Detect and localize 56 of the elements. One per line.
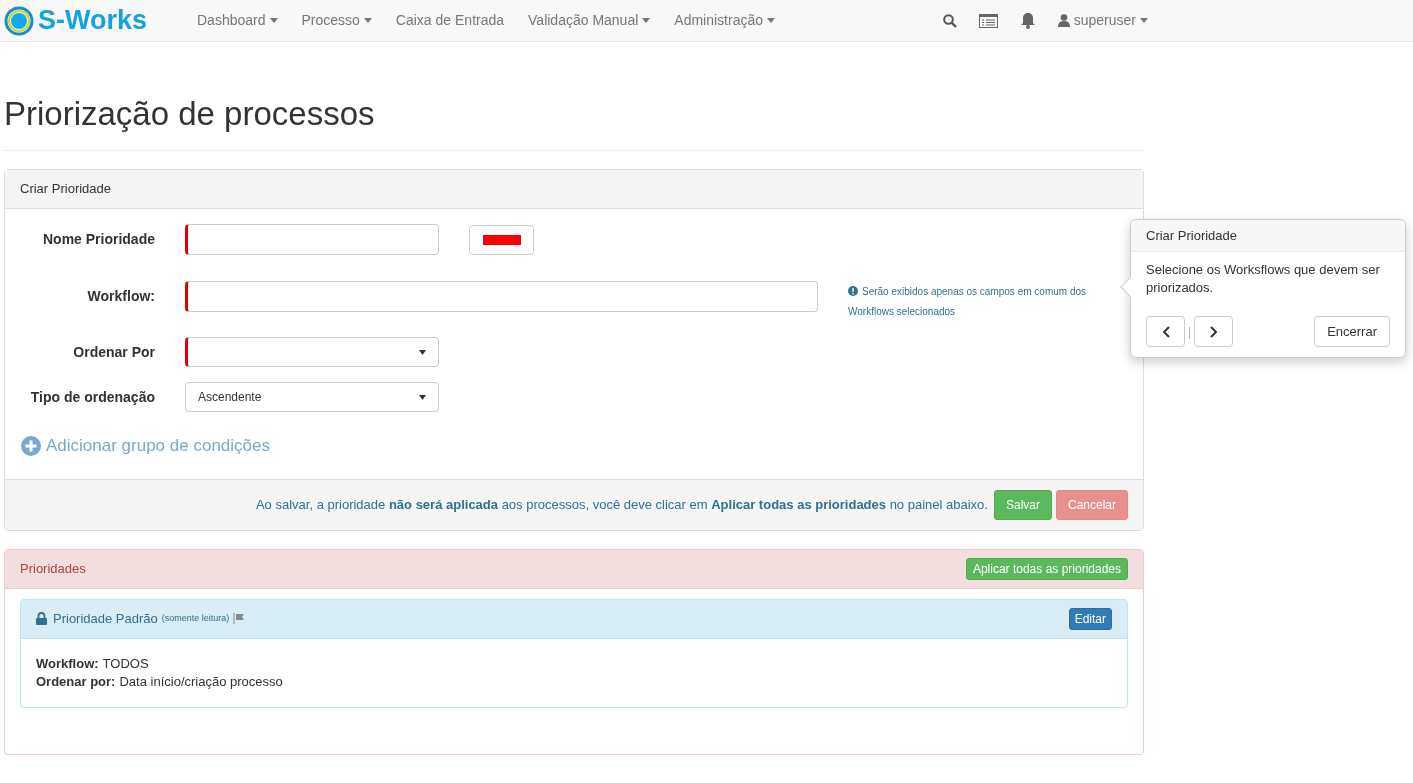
select-field[interactable] [185, 337, 439, 367]
lock-icon [36, 612, 47, 625]
panel-title: Prioridades [20, 559, 86, 578]
popover-body: Selecione os Worksflows que devem ser priorizados. [1145, 261, 1381, 297]
caret-icon [767, 18, 775, 23]
field-label: Workflow: [86, 286, 156, 306]
caret-icon [1140, 18, 1148, 23]
detail-value: TODOS [102, 654, 149, 673]
cancel-button[interactable]: Cancelar [1055, 489, 1128, 520]
search-icon[interactable] [942, 13, 957, 28]
save-button[interactable]: Salvar [993, 489, 1052, 520]
input-field[interactable] [185, 280, 818, 312]
brand-name[interactable]: S-Works [38, 7, 148, 34]
add-condition-group-link[interactable]: Adicionar grupo de condições [21, 433, 1143, 459]
panel-title: Criar Prioridade [20, 180, 112, 199]
detail-value: Data início/criação processo [119, 672, 283, 691]
priority-title: Prioridade Padrão [53, 609, 158, 628]
color-picker[interactable] [469, 224, 534, 255]
input-field[interactable] [185, 224, 439, 255]
close-tour-button[interactable]: Encerrar [1314, 316, 1390, 347]
popover-title: Criar Prioridade [1146, 226, 1238, 245]
button-separator: | [1188, 323, 1192, 341]
caret-icon [642, 18, 651, 23]
plus-circle-icon [21, 435, 41, 456]
hint-text: Serão exibidos apenas os campos em comum dos Workflows selecionados [848, 285, 1087, 319]
logo-icon [4, 5, 34, 36]
list-icon[interactable] [978, 13, 998, 28]
caret-icon [269, 18, 278, 23]
field-label: Tipo de ordenação [29, 387, 156, 407]
save-note: Ao salvar, a prioridade não será aplicada aos processos, você deve clicar em Aplicar todas as prioridades no painel abaixo. [255, 495, 988, 514]
page-title: Priorização de processos [4, 94, 1144, 151]
next-button[interactable] [1194, 316, 1234, 347]
flag-icon [233, 613, 246, 624]
caret-icon [363, 18, 372, 23]
nav-menu-item[interactable]: Caixa de Entrada [383, 10, 517, 31]
nav-menu-item[interactable]: Validação Manual [516, 10, 663, 31]
user-menu[interactable]: superuser [1057, 10, 1148, 31]
detail-label: Ordenar por: [36, 672, 116, 691]
detail-label: Workflow: [36, 654, 99, 673]
bell-icon[interactable] [1019, 12, 1036, 29]
info-icon [848, 286, 858, 297]
read-only-note: (somente leitura) [161, 611, 230, 625]
nav-menu-item[interactable]: Processo [289, 10, 384, 31]
caret-icon [419, 349, 426, 355]
nav-menu-item[interactable]: Dashboard [185, 10, 290, 31]
caret-icon [419, 394, 426, 400]
field-label: Ordenar Por [72, 342, 156, 362]
field-label: Nome Prioridade [41, 230, 156, 249]
chevron-left-icon [1161, 325, 1170, 338]
user-icon [1057, 14, 1070, 27]
select-field[interactable]: Ascendente [185, 382, 439, 412]
apply-all-button[interactable]: Aplicar todas as prioridades [965, 557, 1128, 580]
chevron-right-icon [1209, 325, 1218, 338]
edit-button[interactable]: Editar [1068, 607, 1112, 630]
previous-button[interactable] [1146, 316, 1185, 347]
nav-menu-item[interactable]: Administração [662, 10, 787, 31]
